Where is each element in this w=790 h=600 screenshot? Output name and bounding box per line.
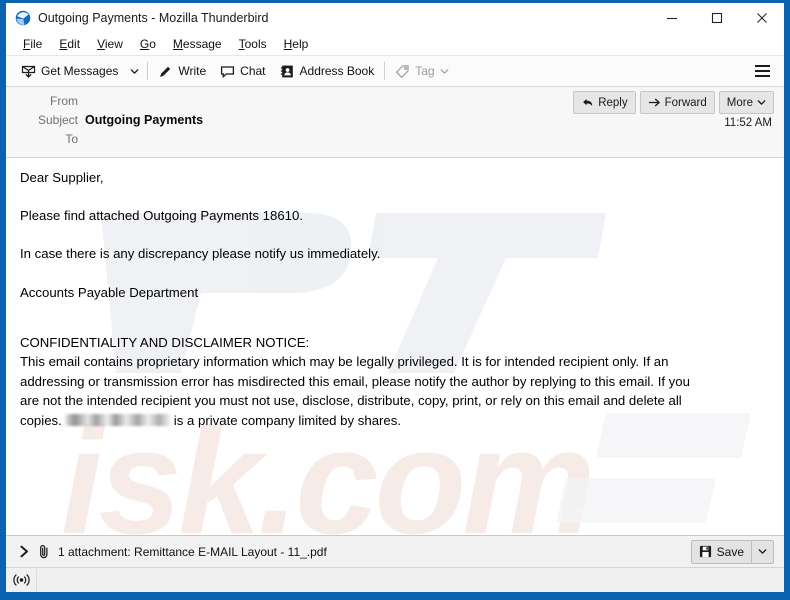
get-messages-dropdown[interactable] [125,59,144,83]
save-attachment-group: Save [691,540,774,564]
title-bar: Outgoing Payments - Mozilla Thunderbird [6,3,784,33]
signature-line: Accounts Payable Department [20,286,770,299]
write-label: Write [178,64,206,78]
disclaimer-block: CONFIDENTIALITY AND DISCLAIMER NOTICE: T… [20,333,770,431]
more-label: More [727,97,753,109]
save-label: Save [717,545,744,559]
message-time: 11:52 AM [724,117,772,129]
disclaimer-line-4: copies. is a private company limited by s… [20,411,770,431]
disclaimer-line-1: This email contains proprietary informat… [20,352,770,372]
save-disk-icon [699,545,712,558]
pencil-icon [158,64,173,79]
menu-item-go[interactable]: Go [132,35,165,53]
hamburger-bar-2 [755,70,770,72]
tag-icon [395,64,410,79]
message-actions: Reply Forward More [573,91,774,114]
chat-button[interactable]: Chat [213,59,272,83]
toolbar-separator [147,62,148,80]
attachment-bar: 1 attachment: Remittance E-MAIL Layout -… [6,535,784,567]
app-menu-button[interactable] [751,60,773,82]
close-button[interactable] [739,3,784,33]
email-content: Dear Supplier, Please find attached Outg… [20,171,770,430]
subject-label: Subject [6,113,85,127]
expand-attachments-button[interactable] [16,545,32,558]
menu-item-tools[interactable]: Tools [231,35,276,53]
reply-label: Reply [598,97,627,109]
menu-item-file[interactable]: File [15,35,51,53]
get-messages-button[interactable]: Get Messages [14,59,125,83]
message-header: From Subject Outgoing Payments To Reply [6,87,784,158]
redacted-company-name [64,414,172,426]
hamburger-bar-3 [755,75,770,77]
chat-bubble-icon [220,64,235,79]
hamburger-bar-1 [755,65,770,67]
reply-button[interactable]: Reply [573,91,635,114]
attachment-label: 1 attachment: Remittance E-MAIL Layout -… [58,545,327,559]
tag-label: Tag [415,64,434,78]
save-dropdown-button[interactable] [751,541,773,563]
get-messages-label: Get Messages [41,64,118,78]
maximize-button[interactable] [694,3,739,33]
chat-label: Chat [240,64,265,78]
header-row-to: To [6,131,784,150]
tag-button[interactable]: Tag [388,59,455,83]
subject-value: Outgoing Payments [85,113,203,127]
menu-item-view[interactable]: View [89,35,132,53]
address-book-button[interactable]: Address Book [273,59,382,83]
forward-label: Forward [665,97,707,109]
disclaimer-title: CONFIDENTIALITY AND DISCLAIMER NOTICE: [20,333,770,353]
menu-bar: File Edit View Go Message Tools Help [6,33,784,56]
disclaimer-line-2: addressing or transmission error has mis… [20,372,770,392]
status-bar [6,567,784,592]
discrepancy-line: In case there is any discrepancy please … [20,247,770,260]
attachment-line: Please find attached Outgoing Payments 1… [20,209,770,222]
menu-item-help[interactable]: Help [276,35,318,53]
address-book-label: Address Book [300,64,375,78]
window-title: Outgoing Payments - Mozilla Thunderbird [38,11,268,25]
to-label: To [6,132,85,146]
write-button[interactable]: Write [151,59,213,83]
paperclip-icon [38,544,51,559]
tag-dropdown-icon[interactable] [440,67,449,76]
greeting-line: Dear Supplier, [20,171,770,184]
disclaimer-last-suffix: is a private company limited by shares. [174,413,401,428]
save-attachment-button[interactable]: Save [692,541,751,563]
disclaimer-line-3: are not the intended recipient you must … [20,391,770,411]
message-body: isk.com Dear Supplier, Please find attac… [6,158,784,535]
thunderbird-window: Outgoing Payments - Mozilla Thunderbird … [0,0,790,600]
disclaimer-last-prefix: copies. [20,413,62,428]
header-row-subject: Subject Outgoing Payments [6,112,784,131]
toolbar-separator-2 [384,62,385,80]
window-controls [649,3,784,33]
main-toolbar: Get Messages Write Chat [6,56,784,87]
minimize-button[interactable] [649,3,694,33]
menu-item-edit[interactable]: Edit [51,35,89,53]
more-button[interactable]: More [719,91,774,114]
from-label: From [6,94,85,108]
thunderbird-icon [15,10,31,26]
address-book-icon [280,64,295,79]
forward-arrow-icon [648,96,661,109]
menu-item-message[interactable]: Message [165,35,231,53]
reply-arrow-icon [581,96,594,109]
forward-button[interactable]: Forward [640,91,715,114]
download-mail-icon [21,64,36,79]
broadcast-icon[interactable] [6,569,37,592]
chevron-down-icon [757,98,766,107]
